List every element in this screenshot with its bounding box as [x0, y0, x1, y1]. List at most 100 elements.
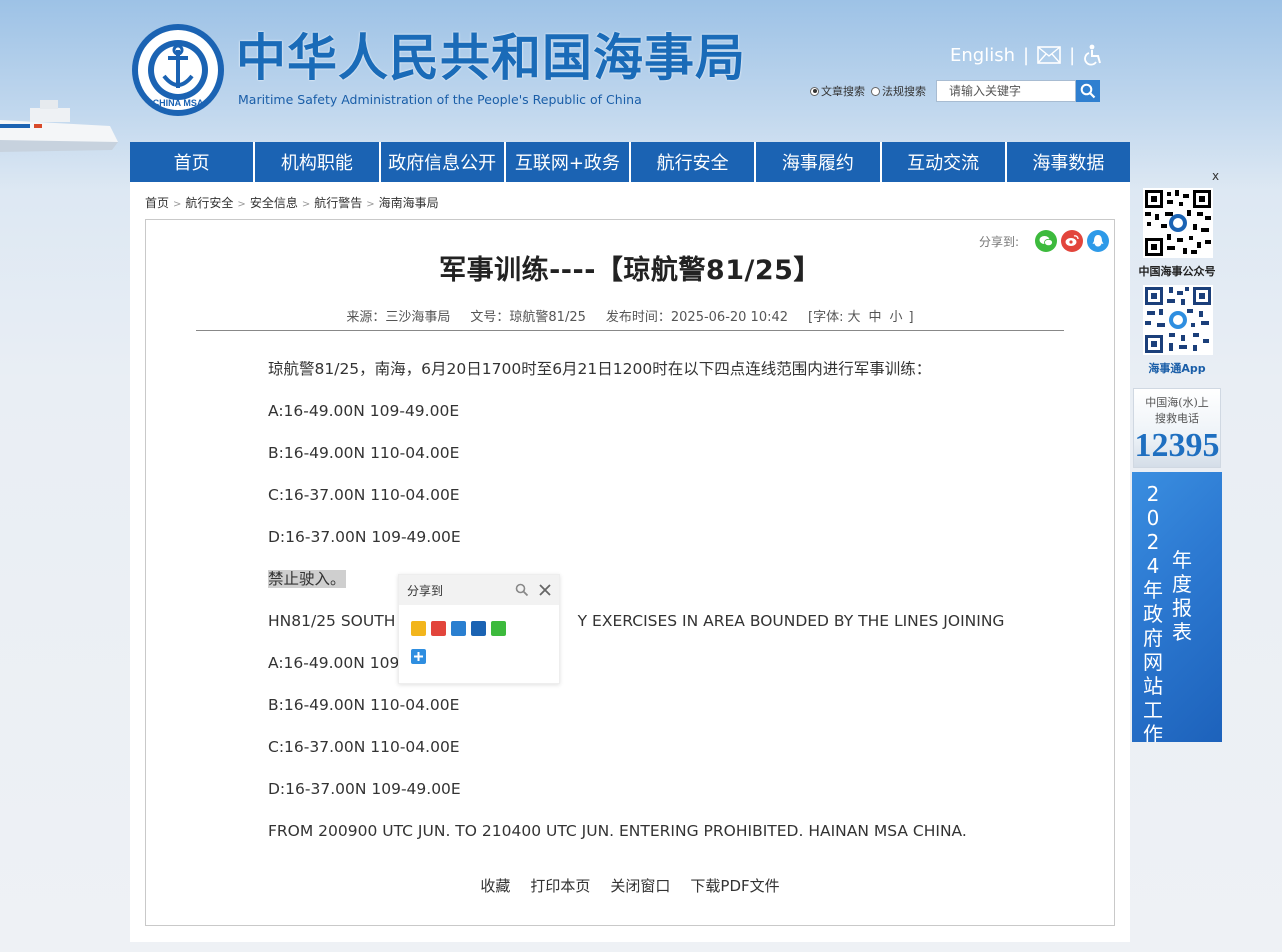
nav-item-internet-gov[interactable]: 互联网+政务	[506, 142, 631, 182]
site-title: 中华人民共和国海事局	[236, 29, 746, 87]
annual-report-char: 表	[1172, 620, 1192, 644]
app-qr-code	[1143, 285, 1213, 355]
share-popup-icons	[411, 621, 506, 636]
wechat-qr-code	[1143, 188, 1213, 258]
font-size-medium[interactable]: 中	[869, 310, 882, 325]
annual-report-char: 0	[1146, 506, 1160, 530]
qq-friend-share-icon[interactable]	[451, 621, 466, 636]
qzone-share-icon[interactable]	[411, 621, 426, 636]
meta-source: 来源：三沙海事局	[346, 310, 451, 325]
search-rescue-hotline: 中国海(水)上 搜救电话 12395	[1133, 388, 1221, 468]
font-size-large[interactable]: 大	[847, 310, 860, 325]
breadcrumb-nav-warning[interactable]: 航行警告	[314, 196, 362, 210]
radio-law-search[interactable]: 法规搜索	[871, 83, 926, 99]
nav-item-nav-safety[interactable]: 航行安全	[631, 142, 757, 182]
weibo-share-icon[interactable]	[431, 621, 446, 636]
radio-article-search[interactable]: 文章搜索	[810, 83, 865, 99]
annual-report-char: 2	[1146, 482, 1160, 506]
top-links: English | |	[950, 42, 1103, 68]
annual-report-banner[interactable]: 2024年政府网站工作 年度报表	[1132, 472, 1222, 742]
wechat-share-icon[interactable]	[491, 621, 506, 636]
nav-item-compliance[interactable]: 海事履约	[756, 142, 882, 182]
hotline-label-line: 搜救电话	[1155, 412, 1199, 425]
article-meta: 来源：三沙海事局 文号：琼航警81/25 发布时间：2025-06-20 10:42…	[146, 306, 1114, 325]
meta-doc-number: 文号：琼航警81/25	[470, 310, 586, 325]
meta-published: 发布时间：2025-06-20 10:42	[605, 310, 789, 325]
plus-icon	[411, 649, 426, 664]
radio-dot	[810, 86, 819, 96]
article-paragraph: FROM 200900 UTC JUN. TO 210400 UTC JUN. …	[268, 822, 967, 840]
article-paragraph: C:16-37.00N 110-04.00E	[268, 486, 460, 504]
share-label: 分享到:	[978, 234, 1019, 249]
selected-text: 禁止驶入。	[268, 570, 346, 588]
article-paragraph: 琼航警81/25，南海，6月20日1700时至6月21日1200时在以下四点连线…	[268, 360, 932, 378]
annual-report-char: 工	[1143, 698, 1163, 722]
breadcrumb-hainan-msa[interactable]: 海南海事局	[379, 196, 439, 210]
close-window-link[interactable]: 关闭窗口	[610, 877, 670, 895]
annual-report-char: 站	[1143, 674, 1163, 698]
search-icon	[1080, 83, 1096, 99]
article-paragraph: A:16-49.00N 109-49.00E	[268, 402, 460, 420]
wechat-qr-label: 中国海事公众号	[1138, 265, 1216, 278]
favorite-link[interactable]: 收藏	[480, 877, 510, 895]
separator: |	[1069, 44, 1076, 66]
nav-item-interaction[interactable]: 互动交流	[882, 142, 1007, 182]
search-button[interactable]	[1076, 80, 1100, 102]
content-panel: 首页 > 航行安全 > 安全信息 > 航行警告 > 海南海事局 分享到: 军事训练----【琼航…	[130, 182, 1130, 942]
share-popup-header: 分享到	[399, 575, 559, 605]
breadcrumb-separator: >	[237, 199, 246, 210]
nav-item-data[interactable]: 海事数据	[1007, 142, 1130, 182]
annual-report-char: 4	[1146, 554, 1160, 578]
font-size-small[interactable]: 小	[890, 310, 903, 325]
breadcrumb-home[interactable]: 首页	[145, 196, 169, 210]
site-subtitle: Maritime Safety Administration of the Pe…	[238, 92, 642, 107]
annual-report-char: 网	[1143, 650, 1163, 674]
svg-text:CHINA MSA: CHINA MSA	[153, 98, 204, 108]
english-link[interactable]: English	[950, 45, 1015, 66]
breadcrumb-safety-info[interactable]: 安全信息	[250, 196, 298, 210]
share-popup-title: 分享到	[407, 583, 444, 598]
font-size-end: ]	[908, 310, 914, 325]
hotline-label-line: 中国海(水)上	[1145, 396, 1209, 409]
nav-item-home[interactable]: 首页	[130, 142, 256, 182]
hotline-label: 中国海(水)上 搜救电话	[1134, 395, 1220, 427]
annual-report-text-col2: 年度报表	[1168, 548, 1196, 644]
annual-report-char: 报	[1172, 596, 1192, 620]
breadcrumb-nav-safety[interactable]: 航行安全	[185, 196, 233, 210]
search-area: 文章搜索 法规搜索	[810, 80, 1100, 102]
annual-report-char: 度	[1172, 572, 1192, 596]
sidebar-close-button[interactable]: x	[1212, 169, 1219, 183]
share-popup: 分享到	[398, 574, 560, 684]
hotline-number: 12395	[1134, 427, 1220, 464]
accessibility-icon[interactable]	[1083, 44, 1103, 66]
radio-label: 法规搜索	[882, 85, 926, 98]
renren-share-icon[interactable]	[471, 621, 486, 636]
print-link[interactable]: 打印本页	[530, 877, 590, 895]
search-input[interactable]	[936, 80, 1076, 102]
title-divider	[196, 330, 1064, 331]
ship-illustration	[0, 100, 118, 152]
radio-label: 文章搜索	[821, 85, 865, 98]
share-more-button[interactable]	[411, 649, 426, 668]
annual-report-char: 年	[1172, 548, 1192, 572]
article-box: 分享到: 军事训练----【琼航警81/25】 来源：三沙海事局 文号：琼航警81…	[145, 219, 1115, 926]
nav-item-functions[interactable]: 机构职能	[255, 142, 381, 182]
download-pdf-link[interactable]: 下载PDF文件	[690, 877, 779, 895]
article-paragraph: A:16-49.00N 109-	[268, 654, 405, 672]
article-title: 军事训练----【琼航警81/25】	[439, 255, 821, 286]
separator: |	[1023, 44, 1030, 66]
search-icon[interactable]	[515, 583, 529, 597]
font-size-label: [字体:	[808, 310, 844, 325]
nav-item-gov-info[interactable]: 政府信息公开	[381, 142, 506, 182]
annual-report-char: 年	[1143, 578, 1163, 602]
article-actions: 收藏 打印本页 关闭窗口 下载PDF文件	[146, 875, 1114, 896]
article-paragraph: B:16-49.00N 110-04.00E	[268, 444, 460, 462]
breadcrumb-separator: >	[301, 199, 311, 210]
article-paragraph: HN81/25 SOUTH Y EXERCISES IN AREA BOUNDE…	[268, 612, 1005, 630]
app-qr-label: 海事通App	[1148, 362, 1206, 375]
mail-icon[interactable]	[1037, 46, 1061, 64]
article-paragraph: D:16-37.00N 109-49.00E	[268, 528, 461, 546]
breadcrumb-separator: >	[366, 199, 375, 210]
close-icon[interactable]	[539, 584, 551, 596]
breadcrumb-separator: >	[173, 199, 182, 210]
